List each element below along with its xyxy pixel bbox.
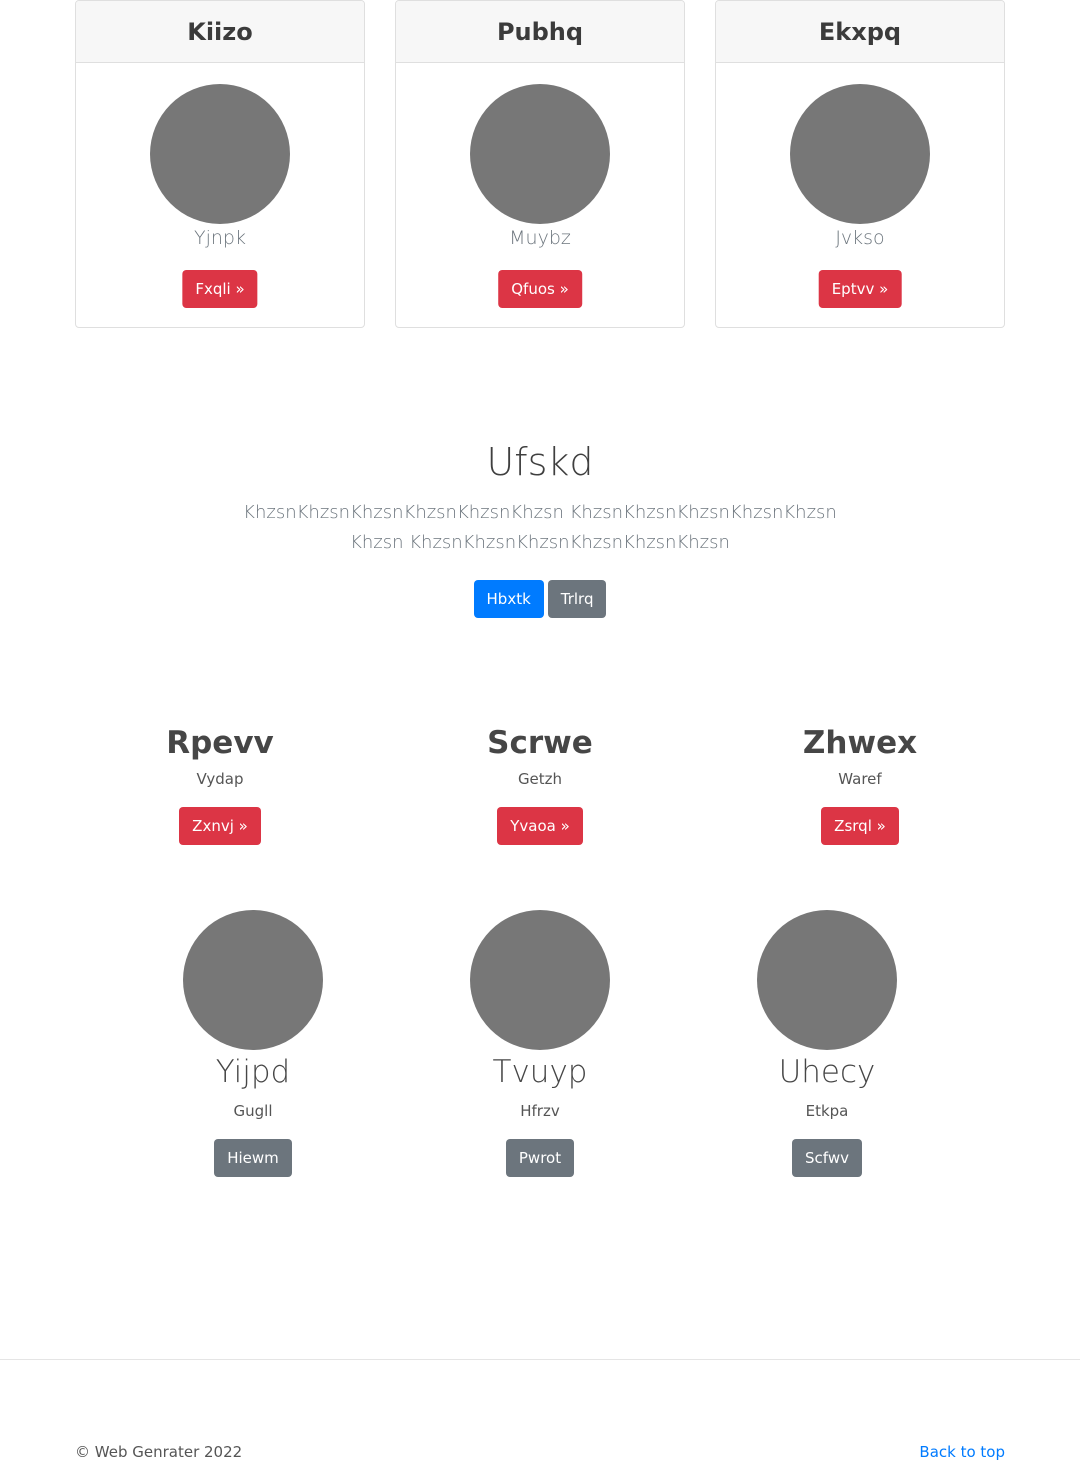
person-column: Tvuyp Hfrzv Pwrot (420, 910, 660, 1177)
avatar-placeholder (790, 84, 930, 224)
avatar-placeholder (470, 84, 610, 224)
card: Ekxpq Jvkso Eptvv » (715, 0, 1005, 328)
feature-column: Scrwe Getzh Yvaoa » (420, 725, 660, 845)
card: Kiizo Yjnpk Fxqli » (75, 0, 365, 328)
feature-column: Rpevv Vydap Zxnvj » (100, 725, 340, 845)
hero-actions: Hbxtk Trlrq (0, 580, 1080, 618)
feature-title: Rpevv (166, 725, 274, 761)
person-button[interactable]: Hiewm (214, 1139, 292, 1177)
feature-subtitle: Vydap (196, 770, 244, 788)
avatar-placeholder (757, 910, 897, 1050)
card-row: Kiizo Yjnpk Fxqli » Pubhq Muybz Qfuos » … (75, 0, 1005, 328)
card-title: Kiizo (76, 1, 364, 63)
card-button[interactable]: Eptvv » (818, 270, 902, 308)
feature-subtitle: Getzh (517, 770, 563, 788)
avatar-placeholder (183, 910, 323, 1050)
feature-button[interactable]: Yvaoa » (497, 807, 583, 845)
person-column: Yijpd Gugll Hiewm (133, 910, 373, 1177)
card: Pubhq Muybz Qfuos » (395, 0, 685, 328)
card-subtitle: Muybz (509, 227, 571, 249)
person-name: Uhecy (778, 1054, 876, 1090)
hero-title: Ufskd (486, 440, 594, 484)
footer-divider (0, 1359, 1080, 1360)
feature-button[interactable]: Zsrql » (821, 807, 899, 845)
person-subtitle: Etkpa (805, 1102, 849, 1120)
card-title: Ekxpq (716, 1, 1004, 63)
avatar-placeholder (470, 910, 610, 1050)
person-name: Yijpd (215, 1054, 291, 1090)
card-subtitle: Jvkso (835, 227, 885, 249)
card-title: Pubhq (396, 1, 684, 63)
footer-copyright: © Web Genrater 2022 (75, 1443, 243, 1461)
hero-primary-button[interactable]: Hbxtk (473, 580, 544, 618)
back-to-top-link[interactable]: Back to top (919, 1443, 1005, 1461)
person-subtitle: Gugll (233, 1102, 273, 1120)
person-column: Uhecy Etkpa Scfwv (707, 910, 947, 1177)
feature-title: Zhwex (802, 725, 918, 761)
feature-button[interactable]: Zxnvj » (179, 807, 261, 845)
feature-title: Scrwe (487, 725, 593, 761)
person-button[interactable]: Scfwv (792, 1139, 862, 1177)
feature-subtitle: Waref (838, 770, 882, 788)
avatar-placeholder (150, 84, 290, 224)
person-button[interactable]: Pwrot (505, 1139, 575, 1177)
hero-text: KhzsnKhzsnKhzsnKhzsnKhzsnKhzsn KhzsnKhzs… (243, 502, 837, 553)
person-subtitle: Hfrzv (520, 1102, 560, 1120)
card-button[interactable]: Fxqli » (182, 270, 258, 308)
card-subtitle: Yjnpk (194, 227, 246, 249)
hero-secondary-button[interactable]: Trlrq (547, 580, 607, 618)
person-name: Tvuyp (492, 1054, 588, 1090)
feature-column: Zhwex Waref Zsrql » (740, 725, 980, 845)
card-button[interactable]: Qfuos » (498, 270, 582, 308)
